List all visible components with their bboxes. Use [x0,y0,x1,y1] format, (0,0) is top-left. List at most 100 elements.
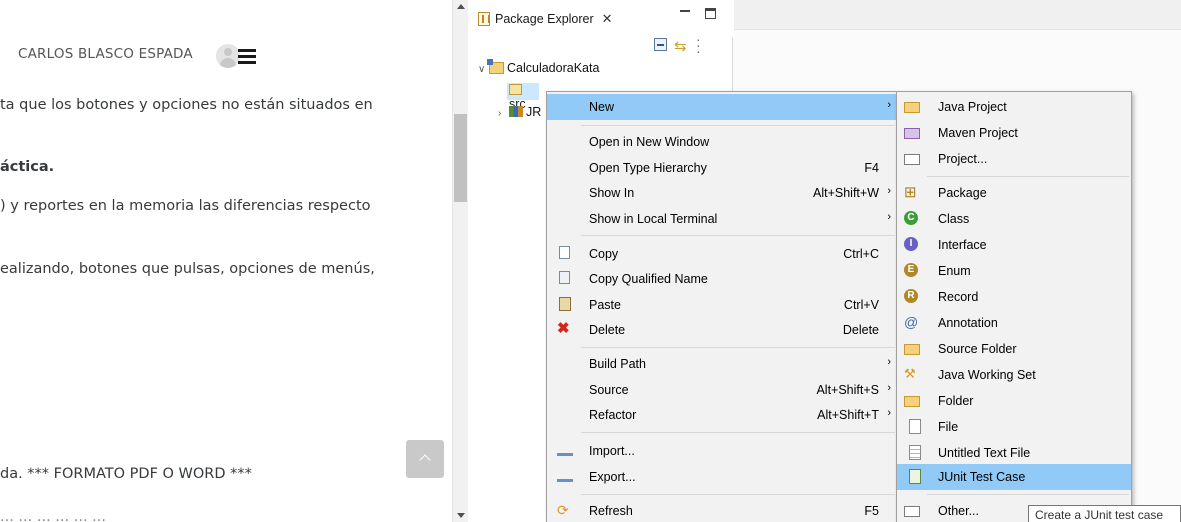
menu-label: Export... [589,470,636,484]
menu-label: Copy Qualified Name [589,272,708,286]
copy-qualified-name-icon [559,271,570,284]
view-menu-icon[interactable]: · · · [696,32,702,58]
chevron-down-icon[interactable]: ∨ [478,64,489,75]
menu-label: Annotation [938,316,998,330]
menu-item-show-in[interactable]: Show In Alt+Shift+W › [547,180,897,206]
minimize-icon[interactable] [679,7,691,19]
menu-label: Project... [938,152,988,166]
menu-accelerator: Ctrl+C [843,247,879,261]
menu-item-open-type-hierarchy[interactable]: Open Type Hierarchy F4 [547,155,897,181]
user-name[interactable]: CARLOS BLASCO ESPADA [18,46,193,62]
delete-icon: ✖ [557,320,570,337]
menu-separator [581,432,895,433]
menu-item-untitled-text-file[interactable]: Untitled Text File [897,440,1131,466]
page-scrollbar[interactable] [452,0,468,522]
browser-page: CARLOS BLASCO ESPADA ta que los botones … [0,0,452,522]
menu-item-build-path[interactable]: Build Path › [547,351,897,377]
menu-item-record[interactable]: R Record [897,284,1131,310]
submenu-arrow-icon: › [887,356,891,368]
new-submenu: Java Project Maven Project Project... ⊞ … [896,91,1132,522]
menu-item-class[interactable]: C Class [897,206,1131,232]
menu-label: Enum [938,264,971,278]
menu-item-enum[interactable]: E Enum [897,258,1131,284]
maven-project-icon [904,128,920,139]
menu-item-folder[interactable]: Folder [897,388,1131,414]
menu-item-show-in-local-terminal[interactable]: Show in Local Terminal › [547,206,897,232]
tree-item-jre[interactable]: › JR [498,105,541,119]
menu-item-new[interactable]: New › [547,94,897,120]
menu-item-import[interactable]: Import... [547,438,897,464]
submenu-arrow-icon: › [887,407,891,419]
menu-accelerator: Alt+Shift+W [813,186,879,200]
tree-item-src[interactable]: src [507,83,539,111]
menu-label: Folder [938,394,974,408]
menu-label: New [589,100,615,114]
menu-item-open-in-new-window[interactable]: Open in New Window [547,129,897,155]
menu-item-refactor[interactable]: Refactor Alt+Shift+T › [547,402,897,428]
menu-item-annotation[interactable]: @ Annotation [897,310,1131,336]
menu-accelerator: Ctrl+V [843,298,879,312]
menu-label: Class [938,212,970,226]
tree-item-project[interactable]: ∨ CalculadoraKata [478,59,599,75]
avatar[interactable] [216,44,240,68]
menu-item-maven-project[interactable]: Maven Project [897,120,1131,146]
menu-item-copy-qualified-name[interactable]: Copy Qualified Name [547,266,897,292]
menu-separator [927,176,1129,177]
menu-item-refresh[interactable]: ⟳ Refresh F5 [547,498,897,522]
tooltip: Create a JUnit test case [1028,505,1181,522]
body-text-line: ta que los botones y opciones no están s… [0,97,373,113]
menu-label: Java Project [938,100,1007,114]
menu-item-java-project[interactable]: Java Project [897,94,1131,120]
menu-separator [581,235,895,236]
menu-accelerator: Alt+Shift+S [816,383,879,397]
menu-item-export[interactable]: Export... [547,464,897,490]
scroll-to-top-button[interactable] [406,440,444,478]
tab-package-explorer[interactable]: Package Explorer ✕ [478,8,613,30]
copy-icon [559,246,570,259]
menu-item-project[interactable]: Project... [897,146,1131,172]
file-icon [909,419,921,434]
menu-item-source-folder[interactable]: Source Folder [897,336,1131,362]
menu-item-junit-test-case[interactable]: JUnit Test Case [897,464,1131,490]
menu-item-source[interactable]: Source Alt+Shift+S › [547,377,897,403]
chevron-right-icon[interactable]: › [498,108,509,119]
menu-label: Delete [589,323,626,337]
collapse-all-icon[interactable] [654,38,667,51]
hamburger-menu-icon[interactable] [238,49,256,64]
scrollbar-thumb[interactable] [454,114,467,202]
other-wizard-icon [904,506,920,517]
menu-label: Show in Local Terminal [589,212,718,226]
menu-item-file[interactable]: File [897,414,1131,440]
menu-item-paste[interactable]: Paste Ctrl+V [547,292,897,318]
refresh-icon: ⟳ [557,502,569,518]
project-icon [904,154,920,165]
folder-icon [904,396,920,407]
scroll-up-arrow-icon[interactable] [453,0,468,14]
menu-accelerator: Alt+Shift+T [817,408,879,422]
menu-label: Java Working Set [938,368,1036,382]
source-folder-icon [509,84,522,95]
menu-item-java-working-set[interactable]: ⚒ Java Working Set [897,362,1131,388]
menu-label: Open in New Window [589,135,710,149]
menu-item-delete[interactable]: ✖ Delete Delete [547,317,897,343]
close-icon[interactable]: ✕ [602,11,613,27]
menu-label: Other... [938,504,979,518]
package-icon: ⊞ [904,184,917,201]
body-text-heading: áctica. [0,159,55,175]
menu-label: Open Type Hierarchy [589,161,707,175]
menu-item-package[interactable]: ⊞ Package [897,180,1131,206]
junit-test-case-icon [909,469,921,484]
body-text-line: ) y reportes en la memoria las diferenci… [0,198,371,214]
link-with-editor-icon[interactable]: ⇆ [674,37,687,55]
scroll-down-arrow-icon[interactable] [453,508,468,522]
import-icon [557,446,573,456]
menu-label: Maven Project [938,126,1018,140]
maximize-icon[interactable] [705,8,716,19]
annotation-icon: @ [904,314,919,330]
menu-label: Source Folder [938,342,1017,356]
menu-item-copy[interactable]: Copy Ctrl+C [547,241,897,267]
menu-label: Source [589,383,629,397]
menu-item-interface[interactable]: I Interface [897,232,1131,258]
java-project-icon [904,102,920,113]
submenu-arrow-icon: › [887,211,891,223]
